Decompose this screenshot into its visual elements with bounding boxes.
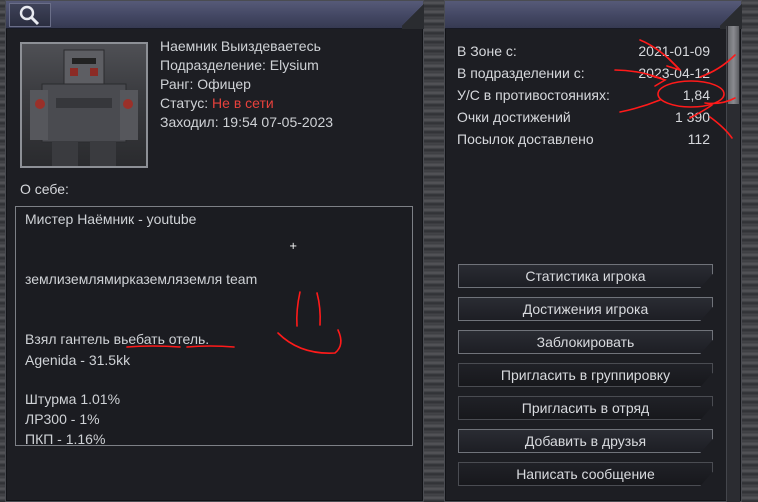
about-line: Мистер Наёмник - youtube <box>25 211 197 227</box>
send-message-button[interactable]: Написать сообщение <box>458 462 713 486</box>
about-line: Взял гантель вьебать отель. <box>25 331 210 347</box>
player-last-seen: Заходил: 19:54 07-05-2023 <box>160 114 334 130</box>
avatar <box>20 42 148 168</box>
about-line: Agenida - 31.5kk <box>25 352 131 368</box>
stats-panel-header <box>445 1 742 29</box>
stats-scrollbar[interactable] <box>726 26 740 502</box>
search-icon <box>19 5 40 26</box>
frame-middle <box>424 0 444 502</box>
search-button[interactable] <box>9 3 51 27</box>
stat-value: 1,84 <box>682 87 710 103</box>
stat-value: 1 390 <box>674 109 710 125</box>
player-status: Статус: Не в сети <box>160 95 274 111</box>
stat-label: В Зоне с: <box>457 43 517 59</box>
about-line: Штурма 1.01% <box>25 391 121 407</box>
player-rank: Ранг: Офицер <box>160 76 251 92</box>
player-stats-button[interactable]: Статистика игрока <box>458 264 713 288</box>
header-corner <box>720 1 742 29</box>
player-unit: Подразделение: Elysium <box>160 57 319 73</box>
stat-label: Очки достижений <box>457 109 571 125</box>
about-line: ЛР300 - 1% <box>25 411 100 427</box>
block-button[interactable]: Заблокировать <box>458 330 713 354</box>
header-corner <box>402 1 424 29</box>
stat-value: 112 <box>687 131 710 147</box>
status-label: Статус: <box>160 95 209 111</box>
stat-value: 2023-04-12 <box>638 65 710 81</box>
player-name: Наемник Выиздеваетесь <box>160 38 321 54</box>
stat-label: Посылок доставлено <box>457 131 594 147</box>
about-label: О себе: <box>20 181 69 197</box>
invite-to-squad-button[interactable]: Пригласить в отряд <box>458 396 713 420</box>
avatar-figure <box>30 49 138 166</box>
status-offline-value: Не в сети <box>212 95 274 111</box>
about-textbox[interactable]: Мистер Наёмник - youtube землиземлямирка… <box>15 206 413 446</box>
stat-value: 2021-01-09 <box>638 43 710 59</box>
frame-right <box>742 0 758 502</box>
add-friend-button[interactable]: Добавить в друзья <box>458 429 713 453</box>
about-line: ПКП - 1.16% <box>25 431 106 446</box>
stat-label: У/С в противостояниях: <box>457 87 610 103</box>
stat-label: В подразделении с: <box>457 65 585 81</box>
about-line: землиземлямирказемляземля team <box>25 271 258 287</box>
scrollbar-thumb[interactable] <box>728 26 739 104</box>
invite-to-faction-button[interactable]: Пригласить в группировку <box>458 363 713 387</box>
player-achievements-button[interactable]: Достижения игрока <box>458 297 713 321</box>
profile-panel-header <box>6 1 424 29</box>
